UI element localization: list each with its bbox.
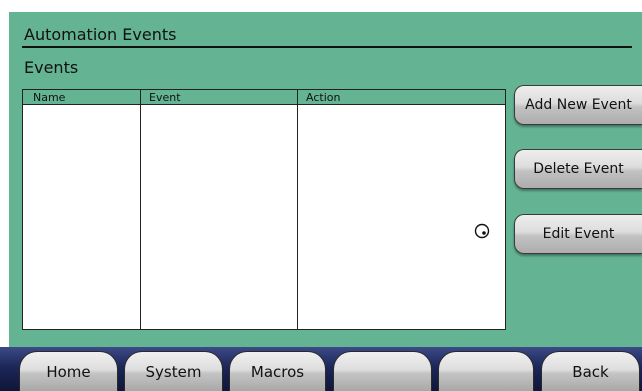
add-new-event-button[interactable]: Add New Event (514, 85, 642, 125)
macros-button[interactable]: Macros (229, 351, 326, 391)
column-divider (140, 90, 141, 329)
home-button[interactable]: Home (19, 351, 118, 391)
title-divider (22, 46, 632, 48)
column-header-event[interactable]: Event (149, 91, 181, 104)
page-title: Automation Events (24, 25, 177, 44)
events-table[interactable]: Name Event Action (22, 89, 506, 330)
column-divider (297, 90, 298, 329)
table-header: Name Event Action (23, 90, 505, 105)
system-button[interactable]: System (124, 351, 223, 391)
back-button[interactable]: Back (541, 351, 640, 391)
busy-cursor-icon (474, 223, 490, 239)
delete-event-button[interactable]: Delete Event (514, 149, 642, 189)
blank-nav-button-1[interactable] (333, 351, 432, 391)
column-header-action[interactable]: Action (306, 91, 340, 104)
section-title: Events (24, 58, 79, 77)
column-header-name[interactable]: Name (33, 91, 65, 104)
blank-nav-button-2[interactable] (438, 351, 534, 391)
edit-event-button[interactable]: Edit Event (514, 214, 642, 254)
